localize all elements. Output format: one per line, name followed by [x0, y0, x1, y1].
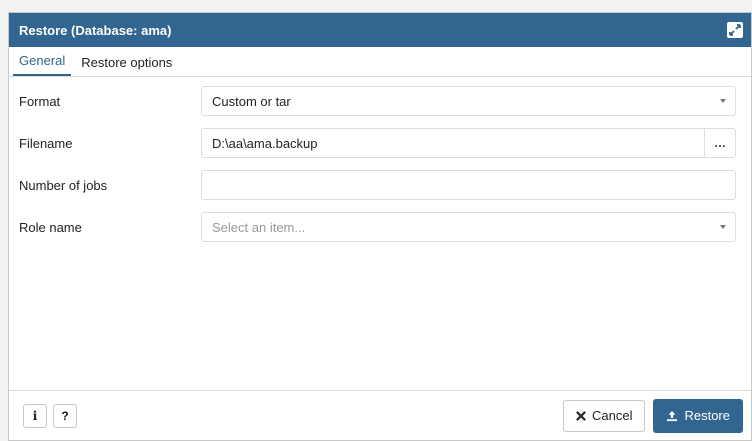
- chevron-down-icon: [720, 99, 726, 103]
- cancel-button[interactable]: Cancel: [563, 399, 646, 432]
- tab-general[interactable]: General: [13, 53, 72, 76]
- jobs-label: Number of jobs: [19, 177, 108, 193]
- info-button[interactable]: i: [23, 403, 47, 428]
- expand-icon[interactable]: [727, 22, 743, 38]
- role-select[interactable]: Select an item...: [201, 212, 736, 242]
- role-label: Role name: [19, 219, 82, 235]
- format-label: Format: [19, 93, 61, 109]
- footer-right: Cancel Restore: [563, 398, 743, 433]
- help-icon: ?: [61, 408, 69, 423]
- format-value: Custom or tar: [212, 93, 291, 109]
- browse-button[interactable]: …: [704, 129, 735, 157]
- filename-value: D:\aa\ama.backup: [212, 135, 318, 151]
- role-row: Role name Select an item...: [9, 211, 751, 243]
- dialog-title: Restore (Database: ama): [19, 22, 172, 38]
- format-row: Format Custom or tar: [9, 85, 751, 117]
- upload-icon: [666, 410, 678, 422]
- general-form: Format Custom or tar Filename D:\aa\ama.…: [9, 77, 751, 372]
- help-button[interactable]: ?: [53, 403, 77, 428]
- dialog-footer: i ? Cancel Restore: [9, 390, 751, 440]
- jobs-row: Number of jobs: [9, 169, 751, 201]
- dialog-titlebar: Restore (Database: ama): [9, 13, 751, 47]
- filename-label: Filename: [19, 135, 73, 151]
- chevron-down-icon: [720, 225, 726, 229]
- tab-bar: General Restore options: [9, 47, 751, 77]
- restore-button[interactable]: Restore: [653, 398, 743, 433]
- restore-dialog: Restore (Database: ama) General Restore …: [8, 12, 752, 441]
- role-placeholder: Select an item...: [212, 219, 306, 235]
- close-icon: [576, 410, 586, 421]
- info-icon: i: [32, 408, 38, 423]
- jobs-input[interactable]: [201, 170, 736, 200]
- cancel-label: Cancel: [592, 408, 633, 423]
- format-select[interactable]: Custom or tar: [201, 86, 736, 116]
- filename-field[interactable]: D:\aa\ama.backup …: [201, 128, 736, 158]
- filename-row: Filename D:\aa\ama.backup …: [9, 127, 751, 159]
- footer-left: i ?: [23, 403, 77, 428]
- restore-label: Restore: [684, 408, 730, 423]
- tab-restore-options[interactable]: Restore options: [75, 55, 178, 76]
